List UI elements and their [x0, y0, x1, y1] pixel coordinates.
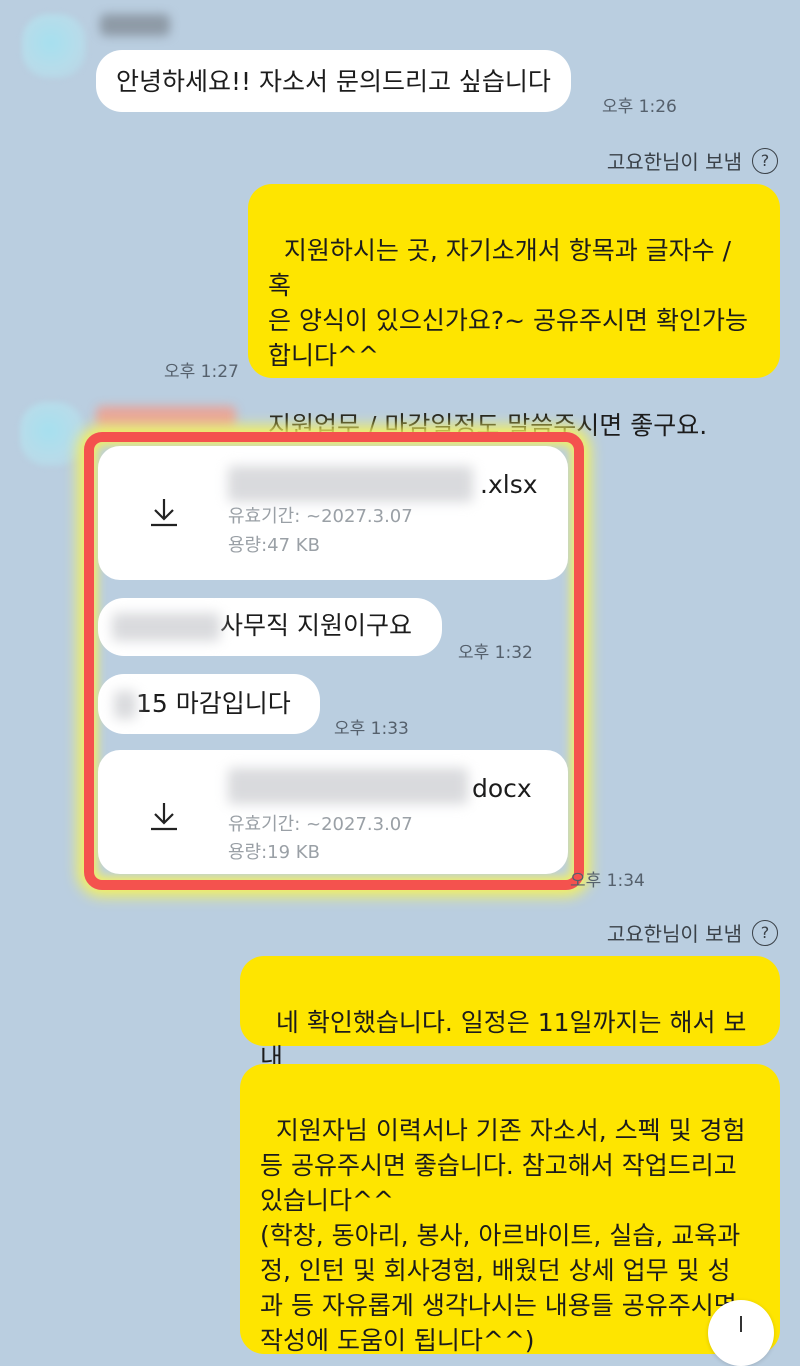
file-size: 용량:47 KB	[228, 535, 320, 556]
help-icon[interactable]: ?	[752, 147, 778, 174]
file-attachment-card[interactable]: docx 유효기간: ~2027.3.07 용량:19 KB	[98, 750, 568, 874]
message-text: 지원하시는 곳, 자기소개서 항목과 글자수 / 혹 은 양식이 있으신가요?~…	[268, 236, 749, 440]
file-expiry: 유효기간: ~2027.3.07	[228, 814, 413, 835]
scroll-down-icon	[740, 1316, 742, 1332]
scroll-to-bottom-button[interactable]	[708, 1300, 774, 1366]
help-icon[interactable]: ?	[752, 919, 778, 946]
sent-by-label: 고요한님이 보냄	[606, 150, 742, 174]
sender-avatar[interactable]	[22, 14, 86, 78]
sender-avatar[interactable]	[20, 402, 84, 466]
received-message-bubble[interactable]: 15 마감입니다	[98, 674, 320, 734]
message-timestamp: 오후 1:32	[458, 643, 533, 663]
message-timestamp: 오후 1:26	[602, 97, 677, 117]
message-text: 사무직 지원이구요	[220, 611, 412, 640]
file-name-blurred	[228, 466, 473, 502]
redacted-text	[112, 613, 220, 641]
message-text: 지원자님 이력서나 기존 자소서, 스펙 및 경험 등 공유주시면 좋습니다. …	[260, 1116, 746, 1355]
message-timestamp: 오후 1:33	[334, 719, 409, 739]
file-extension: .xlsx	[480, 470, 538, 499]
message-timestamp: 오후 1:34	[570, 871, 645, 891]
file-extension: docx	[472, 774, 532, 803]
download-icon[interactable]	[148, 496, 180, 528]
sent-message-bubble[interactable]: 지원자님 이력서나 기존 자소서, 스펙 및 경험 등 공유주시면 좋습니다. …	[240, 1064, 780, 1355]
redacted-text	[114, 691, 136, 719]
sender-name-blurred	[96, 406, 236, 428]
received-message-bubble[interactable]: 안녕하세요!! 자소서 문의드리고 싶습니다	[96, 50, 571, 112]
sent-by-note: 고요한님이 보냄 ?	[607, 918, 778, 947]
download-icon[interactable]	[148, 800, 180, 832]
file-attachment-card[interactable]: .xlsx 유효기간: ~2027.3.07 용량:47 KB	[98, 446, 568, 580]
sent-by-note: 고요한님이 보냄 ?	[607, 146, 778, 175]
sent-message-bubble[interactable]: 네 확인했습니다. 일정은 11일까지는 해서 보내 드릴 수 있구요.	[240, 956, 780, 1107]
file-expiry: 유효기간: ~2027.3.07	[228, 506, 413, 527]
message-text: 안녕하세요!! 자소서 문의드리고 싶습니다	[116, 67, 551, 96]
message-text: 15 마감입니다	[136, 689, 291, 718]
sent-by-label: 고요한님이 보냄	[606, 922, 742, 946]
file-size: 용량:19 KB	[228, 842, 320, 863]
received-message-bubble[interactable]: 사무직 지원이구요	[98, 598, 442, 656]
sent-message-bubble[interactable]: 지원하시는 곳, 자기소개서 항목과 글자수 / 혹 은 양식이 있으신가요?~…	[248, 184, 780, 440]
sender-name-blurred	[100, 14, 170, 36]
message-timestamp: 오후 1:27	[164, 362, 239, 382]
file-name-blurred	[228, 768, 468, 804]
